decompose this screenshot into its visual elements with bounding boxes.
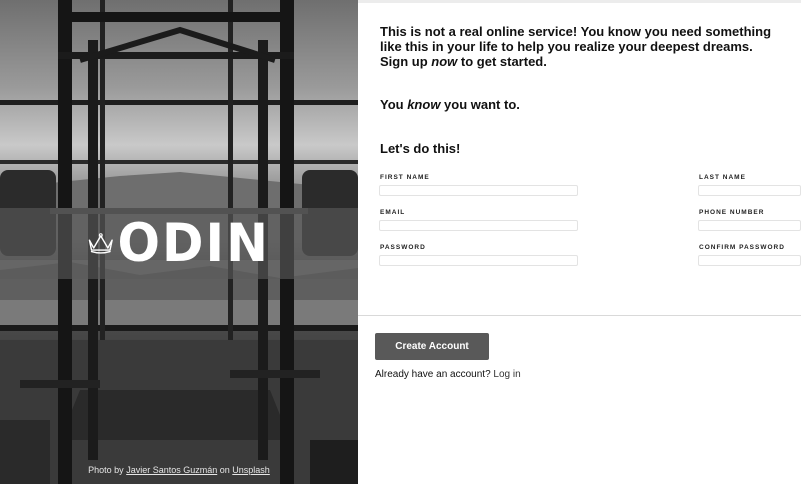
phone-number-input[interactable] [698,220,801,231]
unsplash-link[interactable]: Unsplash [232,465,270,475]
login-prompt: Already have an account? [375,369,491,380]
login-prompt-row: Already have an account? Log in [375,369,521,380]
email-label: EMAIL [380,209,406,216]
photo-credit-prefix: Photo by [88,465,124,475]
confirm-password-input[interactable] [698,255,801,266]
brand-wordmark: ODIN [117,212,270,274]
crown-icon [88,233,113,254]
password-input[interactable] [379,255,578,266]
login-link[interactable]: Log in [493,369,520,380]
last-name-label: LAST NAME [699,174,746,181]
tagline-emphasis: know [407,97,441,112]
form-heading: Let's do this! [380,141,461,156]
intro-text-after: to get started. [457,54,547,69]
hero-photo-panel: ODIN Photo by Javier Santos Guzmán on Un… [0,0,358,484]
top-strip [358,0,801,3]
tagline: You know you want to. [380,97,520,112]
phone-number-label: PHONE NUMBER [699,209,765,216]
confirm-password-label: CONFIRM PASSWORD [699,244,785,251]
tagline-before: You [380,97,408,112]
last-name-input[interactable] [698,185,801,196]
intro-emphasis: now [431,54,458,69]
create-account-button[interactable]: Create Account [375,333,489,360]
photo-author-link[interactable]: Javier Santos Guzmán [126,465,217,475]
tagline-after: you want to. [440,97,520,112]
password-label: PASSWORD [380,244,426,251]
photo-credit-middle: on [219,465,230,475]
photo-credit: Photo by Javier Santos Guzmán on Unsplas… [0,465,358,475]
form-divider [358,315,801,316]
first-name-input[interactable] [379,185,578,196]
intro-text: This is not a real online service! You k… [380,24,780,69]
first-name-label: FIRST NAME [380,174,430,181]
odin-logo: ODIN [88,212,270,274]
email-input[interactable] [379,220,578,231]
signup-panel [358,0,801,484]
